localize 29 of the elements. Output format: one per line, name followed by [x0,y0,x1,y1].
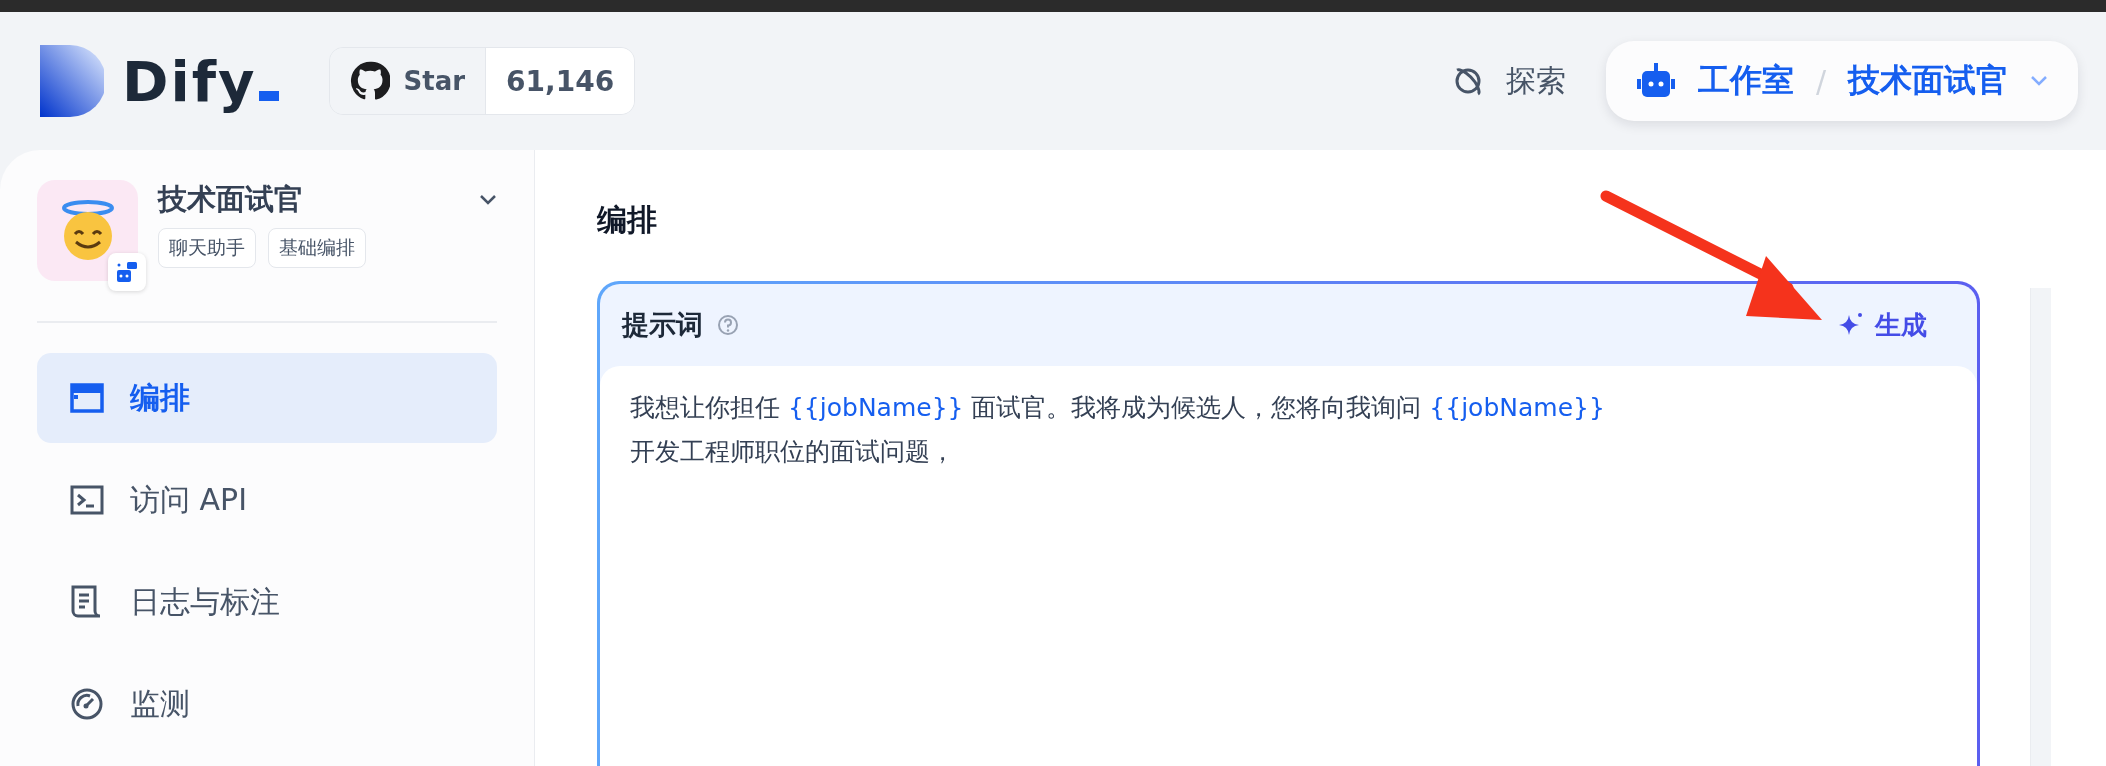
app-breadcrumb[interactable]: 工作室 / 技术面试官 [1605,41,2078,121]
logo-text: Dify [122,48,279,114]
chevron-down-icon[interactable] [479,194,497,206]
logo-icon [40,45,104,117]
github-icon [349,61,390,101]
prompt-editor[interactable]: 我想让你担任 {{jobName}} 面试官。我将成为候选人，您将向我询问 {{jobName}} 开发工程师职位的面试问题， [600,366,1977,766]
explore-link[interactable]: 探索 [1411,60,1606,102]
nav-item[interactable]: 编排 [37,353,497,443]
workspace-label: 工作室 [1697,60,1794,101]
terminal-icon [70,485,104,515]
prompt-title: 提示词 [622,308,703,342]
app-name: 技术面试官 [1848,60,2008,101]
app-tag: 基础编排 [268,228,366,268]
chatbot-icon [115,260,139,284]
help-icon[interactable] [717,314,739,336]
github-star-button[interactable]: Star 61,146 [328,47,636,115]
app-title: 技术面试官 [158,181,303,218]
prompt-text: 开发工程师职位的面试问题， [630,436,956,468]
chevron-down-icon [2030,75,2048,87]
app-tag: 聊天助手 [158,228,256,268]
page-title: 编排 [597,201,658,239]
nav-item[interactable]: 访问 API [37,455,497,545]
nav-item[interactable]: 监测 [37,659,497,749]
prompt-text: 我想让你担任 {{jobName}} 面试官。我将成为候选人，您将向我询问 {{jobName}} [630,392,1606,424]
generate-button[interactable]: 生成 [1831,306,1933,344]
gauge-icon [70,687,104,721]
layout-icon [70,383,104,413]
breadcrumb-separator: / [1815,63,1826,99]
nav-item[interactable]: 日志与标注 [37,557,497,647]
